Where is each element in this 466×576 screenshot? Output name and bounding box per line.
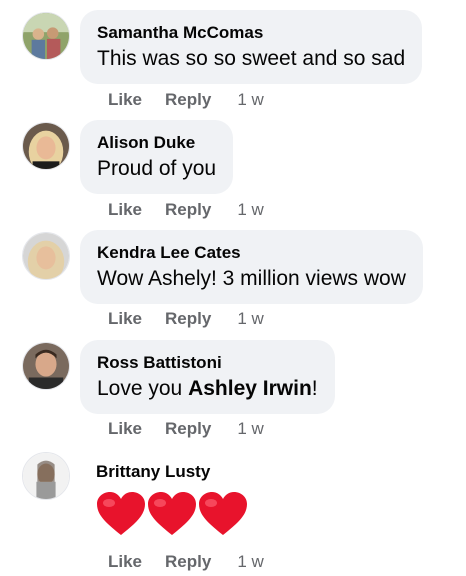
comment-actions: Like Reply 1 w <box>108 551 264 573</box>
red-heart-icon <box>199 492 247 535</box>
comment-timestamp[interactable]: 1 w <box>237 200 263 220</box>
comment-author[interactable]: Kendra Lee Cates <box>97 242 406 264</box>
comment-timestamp[interactable]: 1 w <box>237 90 263 110</box>
comment-bubble: Alison Duke Proud of you <box>80 120 234 194</box>
like-button[interactable]: Like <box>108 90 142 110</box>
avatar[interactable] <box>22 452 70 500</box>
avatar[interactable] <box>22 122 70 170</box>
avatar-image-icon <box>23 343 69 389</box>
like-button[interactable]: Like <box>108 309 142 329</box>
comment-text-suffix: ! <box>311 377 318 400</box>
comment-actions: Like Reply 1 w <box>108 418 264 440</box>
reply-button[interactable]: Reply <box>165 309 211 329</box>
comment-timestamp[interactable]: 1 w <box>237 309 263 329</box>
comment-timestamp[interactable]: 1 w <box>237 419 263 439</box>
comment-bubble: Ross Battistoni Love you Ashley Irwin! <box>80 340 335 414</box>
comment-actions: Like Reply 1 w <box>108 199 264 221</box>
reply-button[interactable]: Reply <box>165 200 211 220</box>
comment-author[interactable]: Ross Battistoni <box>97 352 318 374</box>
like-button[interactable]: Like <box>108 552 142 572</box>
reply-button[interactable]: Reply <box>165 552 211 572</box>
comment-bubble: Kendra Lee Cates Wow Ashely! 3 million v… <box>80 230 423 304</box>
avatar[interactable] <box>22 12 70 60</box>
comment-text: Proud of you <box>97 157 217 180</box>
avatar-image-icon <box>23 13 69 59</box>
like-button[interactable]: Like <box>108 200 142 220</box>
avatar-image-icon <box>23 453 69 499</box>
comment-text-prefix: Love you <box>97 377 189 400</box>
avatar[interactable] <box>22 342 70 390</box>
red-heart-icon <box>148 492 196 535</box>
comment-text: Love you Ashley Irwin! <box>97 375 318 402</box>
avatar-image-icon <box>23 233 69 279</box>
comment-text: This was so so sweet and so sad <box>97 47 406 70</box>
comment-actions: Like Reply 1 w <box>108 89 264 111</box>
comment-author[interactable]: Brittany Lusty <box>96 461 249 483</box>
comment-bubble: Samantha McComas This was so so sweet an… <box>80 10 423 84</box>
comment-author[interactable]: Alison Duke <box>97 132 216 154</box>
comment-body: Brittany Lusty <box>96 461 249 537</box>
comment-actions: Like Reply 1 w <box>108 308 264 330</box>
reply-button[interactable]: Reply <box>165 419 211 439</box>
comment-author[interactable]: Samantha McComas <box>97 22 405 44</box>
red-heart-icon <box>97 492 145 535</box>
reply-button[interactable]: Reply <box>165 90 211 110</box>
avatar[interactable] <box>22 232 70 280</box>
mention-link[interactable]: Ashley Irwin <box>188 377 312 400</box>
like-button[interactable]: Like <box>108 419 142 439</box>
heart-emoji-row <box>96 491 249 537</box>
comment-text: Wow Ashely! 3 million views wow <box>97 267 406 290</box>
avatar-image-icon <box>23 123 69 169</box>
comment-timestamp[interactable]: 1 w <box>237 552 263 572</box>
